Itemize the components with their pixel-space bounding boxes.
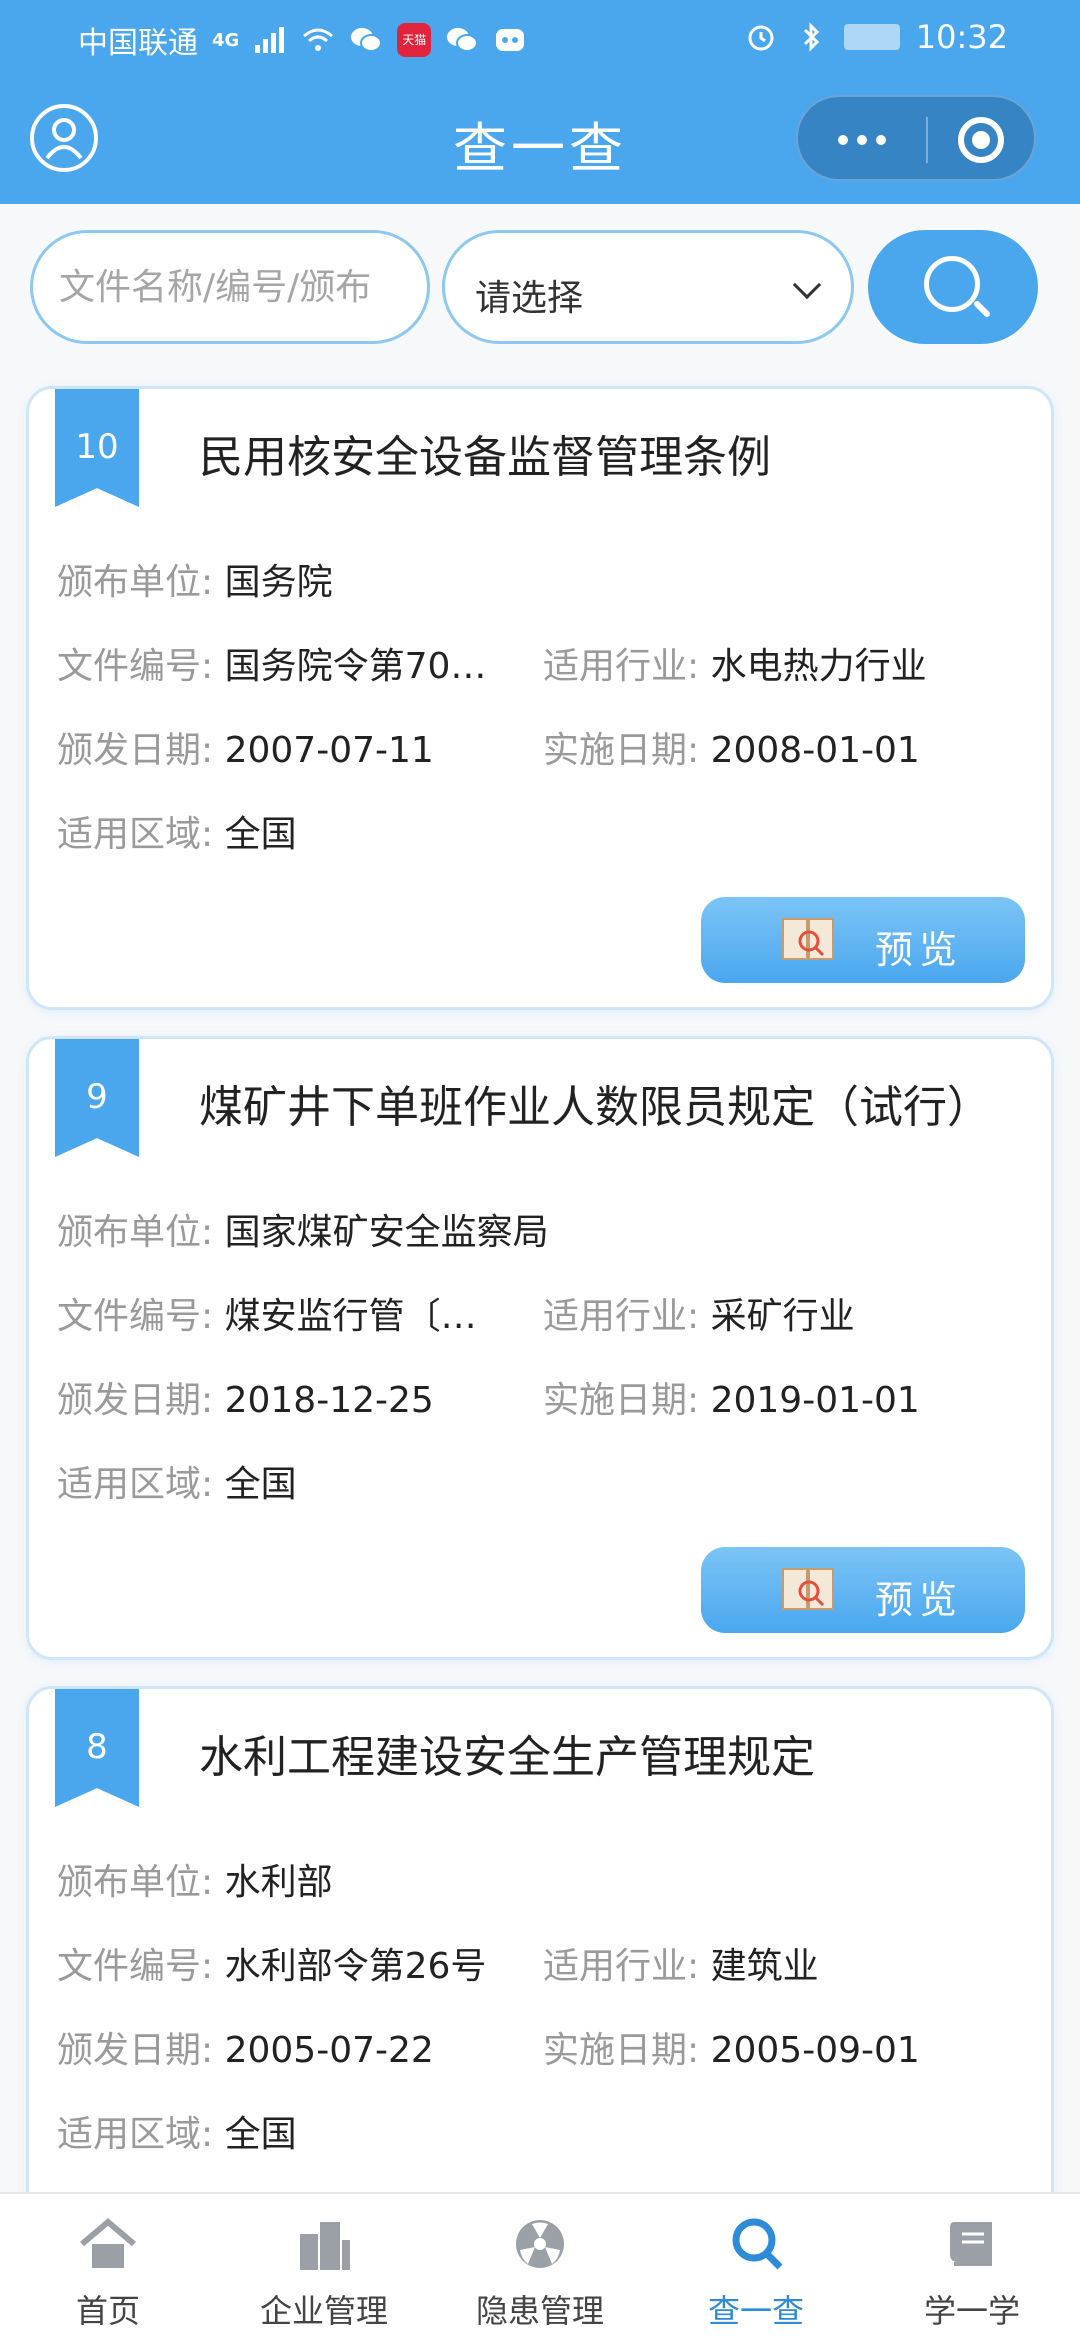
effective-date-label: 实施日期:: [543, 1380, 700, 1421]
issuer-label: 颁布单位:: [57, 1212, 214, 1253]
signal-icon: [255, 27, 285, 53]
carrier-name: 中国联通: [78, 26, 198, 61]
preview-label: 预览: [875, 1578, 964, 1622]
wifi-icon: [303, 28, 334, 51]
alarm-icon: [748, 25, 774, 51]
doc-no-label: 文件编号:: [57, 1296, 214, 1337]
tab-label: 学一学: [923, 2292, 1020, 2330]
doc-no-value: 国务院令第70…: [224, 646, 487, 687]
document-card[interactable]: 9 煤矿井下单班作业人数限员规定（试行） 颁布单位: 国家煤矿安全监察局 文件编…: [26, 1036, 1054, 1660]
effective-date-label: 实施日期:: [543, 730, 700, 771]
issue-date-label: 颁发日期:: [57, 730, 214, 771]
home-icon: [80, 2218, 136, 2268]
issue-date-value: 2005-07-22: [224, 2030, 434, 2071]
effective-date-label: 实施日期:: [543, 2030, 700, 2071]
issue-date-label: 颁发日期:: [57, 2030, 214, 2071]
effective-date-value: 2019-01-01: [710, 1380, 920, 1421]
bluetooth-icon: [803, 22, 819, 52]
nav-bar: 查一查: [0, 72, 1080, 204]
region-value: 全国: [224, 1464, 297, 1505]
app-header: 中国联通 4G 天猫 10:32 查一查: [0, 0, 1080, 204]
region-label: 适用区域:: [57, 1464, 214, 1505]
industry-label: 适用行业:: [543, 646, 700, 687]
issuer-label: 颁布单位:: [57, 562, 214, 603]
tab-label: 查一查: [707, 2292, 804, 2330]
robot-app-icon: [496, 29, 525, 51]
hazard-icon: [516, 2220, 564, 2268]
industry-label: 适用行业:: [543, 1296, 700, 1337]
index-ribbon: 8: [55, 1689, 139, 1807]
preview-button[interactable]: 预览: [701, 1547, 1025, 1633]
issue-date-value: 2018-12-25: [224, 1380, 434, 1421]
search-icon: [732, 2218, 783, 2270]
issuer-value: 国家煤矿安全监察局: [224, 1212, 549, 1253]
doc-no-value: 水利部令第26号: [224, 1946, 487, 1987]
battery-indicator: [843, 24, 900, 50]
more-button[interactable]: [798, 97, 926, 183]
building-icon: [300, 2222, 350, 2270]
industry-label: 适用行业:: [543, 1946, 700, 1987]
issuer-value: 国务院: [224, 562, 333, 603]
index-ribbon: 9: [55, 1039, 139, 1157]
tmall-app-icon: 天猫: [397, 23, 432, 57]
region-label: 适用区域:: [57, 2114, 214, 2155]
doc-no-label: 文件编号:: [57, 646, 214, 687]
preview-label: 预览: [875, 928, 964, 972]
book-preview-icon: [782, 1568, 834, 1610]
wechat-icon: [351, 28, 383, 52]
issuer-label: 颁布单位:: [57, 1862, 214, 1903]
tab-home[interactable]: 首页: [0, 2194, 216, 2340]
effective-date-value: 2005-09-01: [710, 2030, 920, 2071]
tab-enterprise[interactable]: 企业管理: [216, 2194, 432, 2340]
doc-no-value: 煤安监行管〔…: [224, 1296, 477, 1337]
doc-no-label: 文件编号:: [57, 1946, 214, 1987]
search-input[interactable]: [30, 230, 430, 344]
network-type: 4G: [212, 29, 240, 51]
effective-date-value: 2008-01-01: [710, 730, 920, 771]
document-title: 水利工程建设安全生产管理规定: [199, 1732, 815, 1783]
industry-value: 采矿行业: [710, 1296, 855, 1337]
more-dots-icon: [838, 135, 848, 145]
industry-value: 建筑业: [710, 1946, 819, 1987]
book-icon: [950, 2222, 992, 2266]
clock: 10:32: [915, 18, 1008, 56]
miniprogram-capsule: [796, 95, 1036, 181]
issuer-value: 水利部: [224, 1862, 333, 1903]
wechat-icon: [447, 28, 479, 52]
chevron-down-icon: [792, 270, 822, 300]
region-label: 适用区域:: [57, 814, 214, 855]
search-button[interactable]: [868, 230, 1038, 344]
select-value: 请选择: [475, 278, 584, 319]
preview-button[interactable]: 预览: [701, 897, 1025, 983]
document-title: 煤矿井下单班作业人数限员规定（试行）: [199, 1082, 991, 1133]
issue-date-label: 颁发日期:: [57, 1380, 214, 1421]
book-preview-icon: [782, 918, 834, 960]
index-ribbon: 10: [55, 389, 139, 507]
tab-label: 隐患管理: [475, 2292, 604, 2330]
document-card[interactable]: 10 民用核安全设备监督管理条例 颁布单位: 国务院 文件编号: 国务院令第70…: [26, 386, 1054, 1010]
document-index: 10: [75, 427, 119, 467]
close-miniprogram-button[interactable]: [928, 97, 1038, 183]
region-value: 全国: [224, 814, 297, 855]
issue-date-value: 2007-07-11: [224, 730, 434, 771]
tab-learn[interactable]: 学一学: [864, 2194, 1080, 2340]
tab-hazard[interactable]: 隐患管理: [432, 2194, 648, 2340]
document-index: 8: [86, 1727, 108, 1767]
category-select[interactable]: 请选择: [442, 230, 854, 344]
document-title: 民用核安全设备监督管理条例: [199, 432, 771, 483]
document-index: 9: [86, 1077, 108, 1117]
region-value: 全国: [224, 2114, 297, 2155]
tab-search[interactable]: 查一查: [648, 2194, 864, 2340]
status-bar: 中国联通 4G 天猫 10:32: [0, 0, 1080, 72]
bottom-tab-bar: 首页 企业管理 隐患管理 查一查 学一学: [0, 2192, 1080, 2340]
tab-label: 企业管理: [259, 2292, 388, 2330]
search-icon: [924, 256, 980, 312]
tab-label: 首页: [75, 2292, 140, 2330]
industry-value: 水电热力行业: [710, 646, 927, 687]
